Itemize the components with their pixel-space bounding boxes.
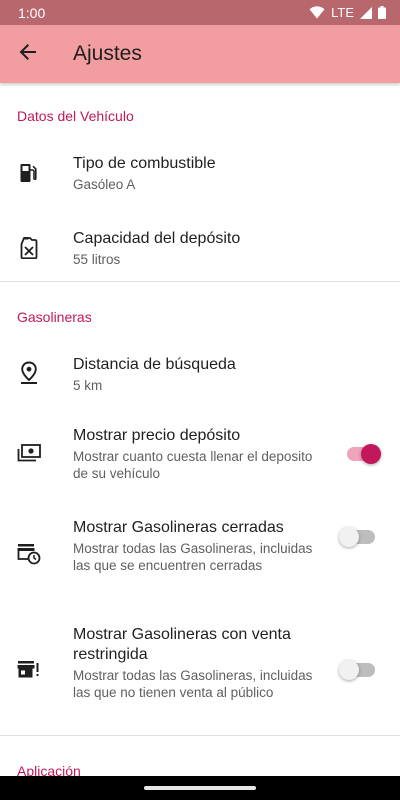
pref-title: Tipo de combustible: [73, 155, 216, 172]
section-divider: [0, 281, 400, 282]
section-header-stations: Gasolineras: [17, 309, 92, 325]
money-icon: [17, 441, 41, 465]
pref-show-closed[interactable]: Mostrar Gasolineras cerradas Mostrar tod…: [0, 503, 400, 608]
show-restricted-toggle[interactable]: [339, 660, 375, 680]
pref-title: Mostrar Gasolineras con venta restringid…: [73, 626, 291, 663]
page-title: Ajustes: [73, 42, 142, 65]
pref-title: Mostrar Gasolineras cerradas: [73, 519, 284, 536]
pref-summary: Mostrar todas las Gasolineras, incluidas…: [73, 668, 313, 700]
status-icons: LTE: [309, 5, 386, 20]
status-bar: 1:00 LTE: [0, 0, 400, 25]
section-divider: [0, 735, 400, 736]
pref-summary: Gasóleo A: [73, 177, 136, 192]
pref-title: Capacidad del depósito: [73, 230, 241, 247]
pref-search-distance[interactable]: Distancia de búsqueda 5 km: [0, 337, 400, 412]
map-pin-icon: [17, 361, 41, 385]
store-alert-icon: [17, 658, 41, 682]
app-bar: Ajustes: [0, 25, 400, 83]
arrow-back-icon: [19, 43, 37, 66]
status-time: 1:00: [18, 4, 46, 21]
pref-show-tank-price[interactable]: Mostrar precio depósito Mostrar cuanto c…: [0, 413, 400, 499]
pref-show-restricted[interactable]: Mostrar Gasolineras con venta restringid…: [0, 613, 400, 733]
fuel-pump-icon: [17, 161, 41, 185]
pref-tank-capacity[interactable]: Capacidad del depósito 55 litros: [0, 211, 400, 286]
settings-list[interactable]: Datos del Vehículo Tipo de combustible G…: [0, 83, 400, 776]
pref-title: Distancia de búsqueda: [73, 356, 236, 373]
section-header-vehicle: Datos del Vehículo: [17, 108, 134, 124]
back-button[interactable]: [0, 26, 56, 82]
signal-icon: [360, 6, 372, 19]
pref-fuel-type[interactable]: Tipo de combustible Gasóleo A: [0, 136, 400, 211]
navigation-bar: [0, 776, 400, 800]
toggle-thumb: [339, 660, 359, 680]
battery-icon: [378, 6, 386, 19]
pref-summary: Mostrar cuanto cuesta llenar el deposito…: [73, 449, 313, 481]
show-tank-price-toggle[interactable]: [347, 444, 381, 464]
store-clock-icon: [17, 542, 41, 566]
wifi-icon: [309, 6, 325, 19]
pref-summary: 55 litros: [73, 252, 121, 267]
pref-title: Mostrar precio depósito: [73, 427, 241, 444]
toggle-thumb: [361, 444, 381, 464]
pref-summary: Mostrar todas las Gasolineras, incluidas…: [73, 541, 313, 573]
pref-summary: 5 km: [73, 378, 103, 393]
home-gesture-handle[interactable]: [144, 786, 256, 790]
network-type: LTE: [331, 5, 354, 20]
show-closed-toggle[interactable]: [339, 527, 375, 547]
toggle-thumb: [339, 527, 359, 547]
jerrycan-icon: [17, 236, 41, 260]
section-header-app: Aplicación: [17, 763, 81, 776]
